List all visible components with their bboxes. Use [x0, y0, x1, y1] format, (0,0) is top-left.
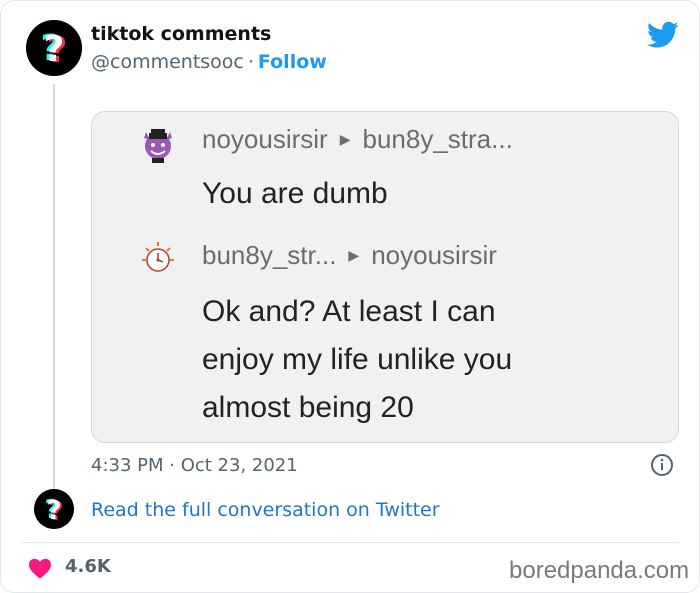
clock-avatar-icon: [142, 242, 174, 272]
comment1-from: noyousirsir: [202, 124, 328, 154]
question-mark-avatar-icon: ? ? ?: [26, 20, 82, 76]
comment2-line3: almost being 20: [202, 391, 414, 424]
comment1-header: noyousirsir ▶ bun8y_stra...: [202, 124, 513, 155]
author-name[interactable]: tiktok comments: [91, 23, 271, 45]
divider: [21, 542, 679, 543]
svg-text:?: ?: [44, 29, 65, 70]
comment2-line2: enjoy my life unlike you: [202, 343, 513, 376]
comment2-line1: Ok and? At least I can: [202, 295, 496, 328]
tweet-card: ? ? ? tiktok comments @commentsooc · Follo…: [0, 0, 700, 593]
heart-icon[interactable]: [28, 557, 52, 579]
comment2-to: noyousirsir: [371, 240, 497, 270]
author-avatar[interactable]: ? ? ?: [26, 20, 82, 76]
handle-separator: ·: [247, 51, 254, 73]
follow-button[interactable]: Follow: [258, 51, 327, 73]
info-icon[interactable]: [650, 453, 674, 477]
read-full-conversation-link[interactable]: Read the full conversation on Twitter: [91, 499, 440, 521]
author-handle[interactable]: @commentsooc: [91, 51, 244, 73]
likes-count[interactable]: 4.6K: [65, 556, 111, 577]
question-mark-avatar-icon: ? ? ?: [34, 489, 74, 529]
svg-text:?: ?: [46, 496, 61, 526]
reply-arrow-icon: ▶: [348, 247, 360, 263]
author-handle-row: @commentsooc · Follow: [91, 51, 327, 73]
conversation-avatar[interactable]: ? ? ?: [34, 489, 74, 529]
thread-line: [53, 84, 55, 489]
devil-emoji-icon: [144, 129, 172, 163]
reply-arrow-icon: ▶: [339, 131, 351, 147]
tweet-timestamp[interactable]: 4:33 PM · Oct 23, 2021: [91, 455, 298, 476]
comment2-header: bun8y_str... ▶ noyousirsir: [202, 240, 497, 271]
twitter-bird-icon[interactable]: [647, 21, 679, 49]
watermark: boredpanda.com: [509, 557, 690, 584]
comment1-to: bun8y_stra...: [362, 124, 513, 154]
comment1-text: You are dumb: [202, 177, 388, 210]
comment2-from: bun8y_str...: [202, 240, 337, 270]
tweet-media-screenshot[interactable]: noyousirsir ▶ bun8y_stra... You are dumb…: [91, 111, 679, 443]
